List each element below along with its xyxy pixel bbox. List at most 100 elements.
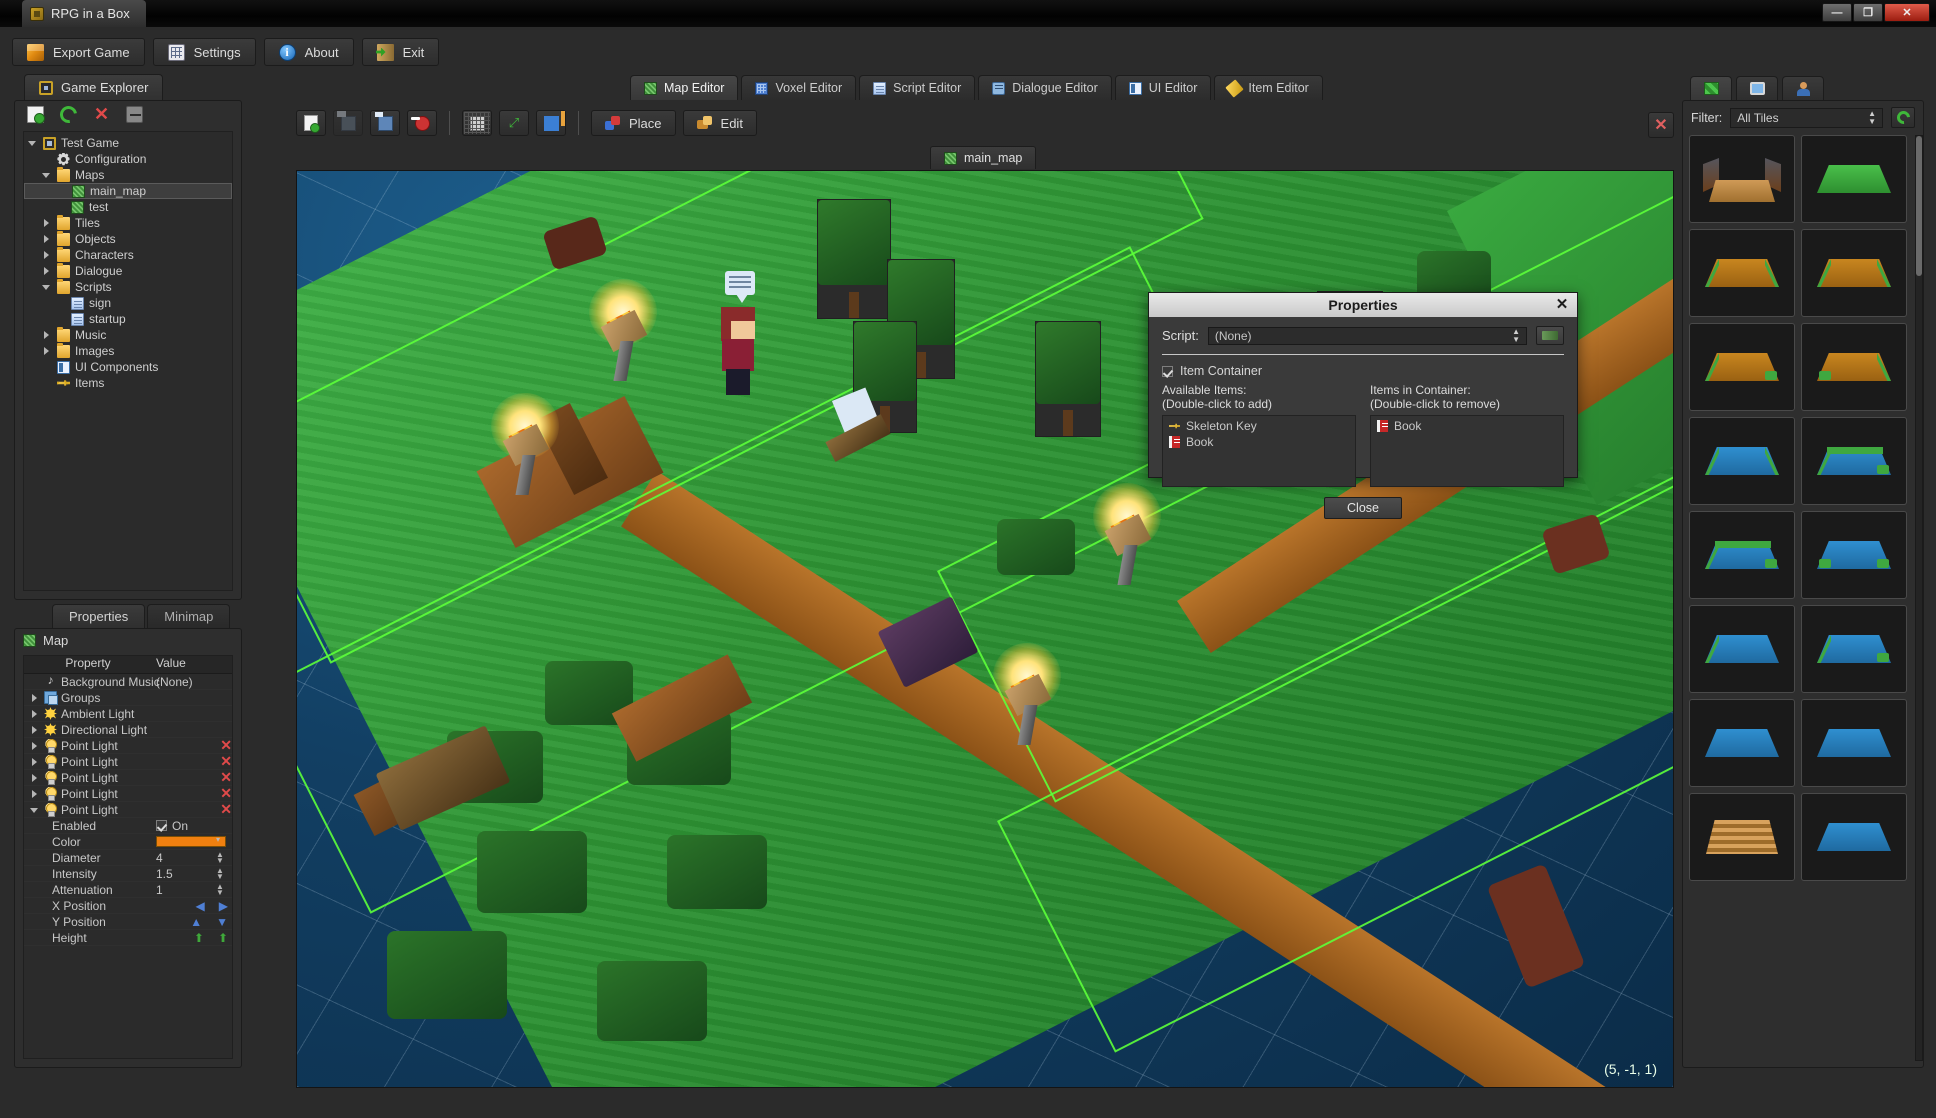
available-item[interactable]: Skeleton Key — [1163, 418, 1355, 434]
property-value-cell[interactable]: ▾ — [152, 836, 232, 847]
arrow-down-icon[interactable]: ⬆ — [218, 931, 228, 945]
new-map-button[interactable] — [296, 110, 326, 136]
chevron-closed-icon[interactable] — [42, 346, 52, 356]
save-all-button[interactable] — [370, 110, 400, 136]
chevron-closed-icon[interactable] — [42, 266, 52, 276]
tile-thumbnail-water-nubs[interactable] — [1801, 511, 1907, 599]
chevron-closed-icon[interactable] — [30, 693, 40, 703]
tab-item-editor[interactable]: Item Editor — [1214, 75, 1323, 100]
property-value-cell[interactable]: On — [152, 819, 232, 833]
property-value-cell[interactable]: 1 ▲ ▼ — [152, 882, 232, 897]
tile-thumbnail-water-bank-left-nub[interactable] — [1801, 605, 1907, 693]
y-position-steppers[interactable]: ▲ ▼ — [190, 915, 228, 929]
tile-thumbnail-water-plain-2[interactable] — [1801, 699, 1907, 787]
property-row[interactable]: Point Light ✕ — [24, 753, 232, 770]
property-row[interactable]: ♪ Background Music (None) — [24, 674, 232, 690]
chevron-down-icon[interactable]: ▾ — [216, 836, 224, 850]
character-npc[interactable] — [721, 307, 755, 397]
tree-item-tiles[interactable]: Tiles — [24, 214, 232, 231]
chevron-open-icon[interactable] — [42, 170, 52, 180]
edit-button[interactable]: Edit — [682, 110, 757, 136]
grid-button[interactable] — [462, 110, 492, 136]
arrow-right-icon[interactable]: ▶ — [219, 899, 228, 913]
tab-map-editor[interactable]: Map Editor — [630, 75, 739, 100]
property-value-cell[interactable]: ✕ — [150, 753, 232, 770]
arrow-left-icon[interactable]: ◀ — [196, 899, 205, 913]
item-container-row[interactable]: Item Container — [1162, 364, 1564, 378]
tab-script-editor[interactable]: Script Editor — [859, 75, 976, 100]
tile-thumbnail-grass-dirt-corner-1[interactable] — [1689, 323, 1795, 411]
tree-item-characters[interactable]: Characters — [24, 246, 232, 263]
expand-button[interactable]: ⤢ — [499, 110, 529, 136]
item-container-checkbox[interactable] — [1162, 365, 1173, 377]
property-row[interactable]: Groups — [24, 690, 232, 706]
save-button[interactable] — [333, 110, 363, 136]
tile-thumbnail-stairs[interactable] — [1689, 793, 1795, 881]
collapse-icon[interactable] — [126, 106, 143, 123]
refresh-icon[interactable] — [60, 106, 77, 123]
height-steppers[interactable]: ⬆ ⬆ — [194, 931, 228, 945]
stepper-icon[interactable]: ▲ ▼ — [216, 850, 224, 865]
x-position-steppers[interactable]: ◀ ▶ — [196, 899, 228, 913]
tab-game-explorer[interactable]: Game Explorer — [24, 74, 164, 100]
property-row[interactable]: Color ▾ — [24, 834, 232, 850]
tab-objects[interactable] — [1736, 76, 1778, 100]
tree-item-sign[interactable]: sign — [24, 295, 232, 311]
property-row[interactable]: Intensity 1.5 ▲ ▼ — [24, 866, 232, 882]
chevron-closed-icon[interactable] — [30, 773, 40, 783]
flag-button[interactable] — [536, 110, 566, 136]
tab-ui-editor[interactable]: UI Editor — [1114, 75, 1212, 100]
tile-scroll-area[interactable] — [1689, 135, 1917, 1061]
new-file-icon[interactable] — [27, 106, 45, 124]
tab-dialogue-editor[interactable]: Dialogue Editor — [978, 75, 1112, 100]
property-row[interactable]: X Position ◀ ▶ — [24, 898, 232, 914]
tile-thumbnail-water-plain-3[interactable] — [1801, 793, 1907, 881]
property-value-cell[interactable]: ✕ — [150, 801, 232, 818]
maximize-button[interactable]: ❐ — [1853, 3, 1883, 22]
chevron-closed-icon[interactable] — [30, 757, 40, 767]
stepper-icon[interactable]: ▲ ▼ — [216, 866, 224, 881]
tree-item-objects[interactable]: Objects — [24, 230, 232, 247]
delete-icon[interactable]: ✕ — [220, 769, 232, 786]
tree-item-scripts[interactable]: Scripts — [24, 278, 232, 295]
script-select[interactable]: (None) ▲ ▼ — [1207, 326, 1527, 345]
exit-button[interactable]: Exit — [361, 38, 440, 66]
arrow-up-icon[interactable]: ▲ — [190, 915, 202, 929]
dialog-close-button[interactable]: Close — [1324, 497, 1402, 519]
tree-item-ui-components[interactable]: UI Components — [24, 359, 232, 375]
property-row[interactable]: Y Position ▲ ▼ — [24, 914, 232, 930]
close-icon[interactable]: ✕ — [1554, 296, 1570, 313]
property-row[interactable]: Enabled On — [24, 818, 232, 834]
open-script-button[interactable] — [1536, 326, 1564, 345]
close-map-button[interactable]: ✕ — [1648, 112, 1674, 138]
arrow-down-icon[interactable]: ▼ — [216, 915, 228, 929]
chevron-open-icon[interactable] — [30, 805, 40, 815]
about-button[interactable]: About — [263, 38, 354, 66]
delete-icon[interactable]: ✕ — [220, 737, 232, 754]
chevron-open-icon[interactable] — [42, 282, 52, 292]
tile-scrollbar-thumb[interactable] — [1916, 136, 1922, 276]
property-value-cell[interactable]: ✕ — [150, 769, 232, 786]
delete-icon[interactable]: ✕ — [220, 753, 232, 770]
tree-item-maps[interactable]: Maps — [24, 166, 232, 183]
chevron-closed-icon[interactable] — [42, 218, 52, 228]
tile-thumbnail-water-plain-1[interactable] — [1689, 699, 1795, 787]
settings-button[interactable]: Settings — [152, 38, 256, 66]
tree-item-images[interactable]: Images — [24, 342, 232, 359]
stop-button[interactable] — [407, 110, 437, 136]
tree-item-music[interactable]: Music — [24, 326, 232, 343]
property-row[interactable]: Attenuation 1 ▲ ▼ — [24, 882, 232, 898]
chevron-closed-icon[interactable] — [30, 741, 40, 751]
property-value-cell[interactable]: 4 ▲ ▼ — [152, 850, 232, 865]
delete-icon[interactable]: ✕ — [220, 785, 232, 802]
delete-icon[interactable]: ✕ — [93, 105, 110, 123]
tree-item-test[interactable]: test — [24, 199, 232, 215]
chevron-closed-icon[interactable] — [30, 789, 40, 799]
chevron-closed-icon[interactable] — [30, 725, 40, 735]
property-value-cell[interactable]: ✕ — [150, 737, 232, 754]
close-window-button[interactable]: ✕ — [1884, 3, 1930, 22]
chevron-closed-icon[interactable] — [42, 250, 52, 260]
tab-properties[interactable]: Properties — [52, 604, 146, 628]
tab-tiles[interactable] — [1690, 76, 1732, 100]
tile-thumbnail-water-banks-both[interactable] — [1689, 417, 1795, 505]
